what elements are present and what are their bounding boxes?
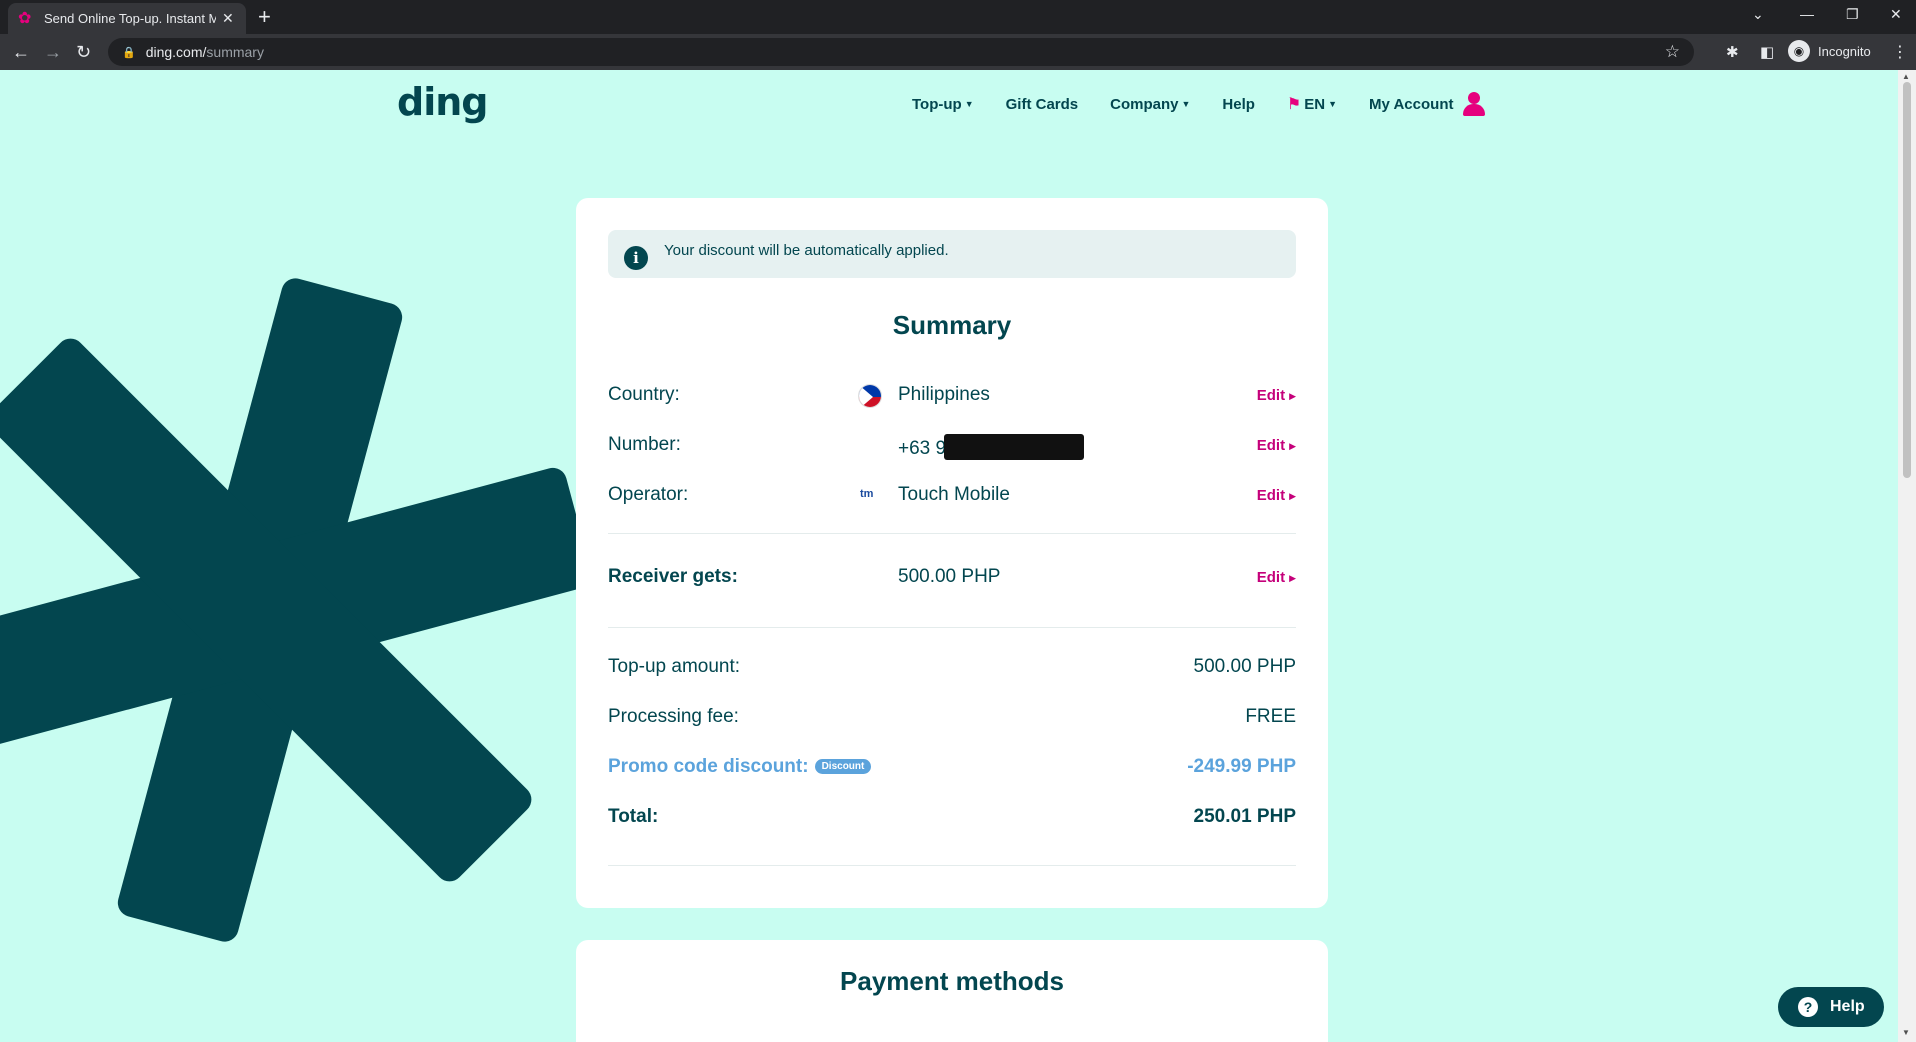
nav-gift-cards-label: Gift Cards: [1005, 95, 1079, 113]
summary-card: i Your discount will be automatically ap…: [576, 198, 1328, 908]
reload-icon[interactable]: ↻: [76, 42, 91, 62]
discount-notice: i Your discount will be automatically ap…: [608, 230, 1296, 278]
country-row: Country: Philippines Edit ▶: [608, 380, 1296, 410]
browser-toolbar: ← → ↻ 🔒 ding.com/summary ☆ ✱ ◧ ◉ Incogni…: [0, 34, 1916, 70]
browser-tab-bar: ✿ Send Online Top-up. Instant Mobile ✕ +…: [0, 0, 1916, 34]
caret-down-icon: ▼: [1181, 99, 1191, 109]
side-panel-icon[interactable]: ◧: [1760, 43, 1774, 61]
receiver-row: Receiver gets: 500.00 PHP Edit ▶: [608, 562, 1296, 592]
incognito-label: Incognito: [1818, 43, 1871, 59]
total-label: Total:: [608, 806, 659, 827]
total-row: Total: 250.01 PHP: [608, 802, 1296, 832]
incognito-indicator[interactable]: ◉ Incognito: [1788, 40, 1871, 62]
caret-down-icon: ▼: [1328, 99, 1338, 109]
topup-amount-label: Top-up amount:: [608, 656, 741, 677]
summary-title: Summary: [892, 310, 1012, 340]
ding-flower-icon: ✿: [18, 9, 32, 27]
my-account-link[interactable]: My Account: [1369, 92, 1486, 116]
receiver-value: 500.00 PHP: [898, 566, 1001, 587]
scroll-up-icon[interactable]: ▲: [1902, 72, 1910, 81]
browser-menu-icon[interactable]: ⋮: [1892, 42, 1908, 62]
minimize-icon[interactable]: —: [1800, 6, 1814, 22]
discount-notice-text: Your discount will be automatically appl…: [664, 241, 949, 259]
browser-tab[interactable]: ✿ Send Online Top-up. Instant Mobile ✕: [8, 3, 246, 34]
nav-company-label: Company: [1110, 95, 1179, 113]
flag-icon: ⚑: [1286, 96, 1302, 113]
payment-methods-card: Payment methods: [576, 940, 1328, 1042]
promo-discount-value: -249.99 PHP: [1187, 756, 1296, 777]
payment-methods-title: Payment methods: [840, 966, 1064, 996]
nav-gift-cards[interactable]: Gift Cards: [1006, 96, 1079, 113]
language-selector[interactable]: ⚑ EN ▼: [1287, 94, 1337, 114]
ding-logo[interactable]: ding: [397, 80, 488, 124]
back-icon[interactable]: ←: [12, 42, 30, 62]
promo-discount-row: Promo code discount: Discount -249.99 PHP: [608, 752, 1296, 782]
nav-help[interactable]: Help: [1222, 96, 1255, 113]
page-content: ding Top-up ▼ Gift Cards Company ▼ Help ⚑ E…: [0, 70, 1898, 1042]
receiver-label: Receiver gets:: [608, 566, 738, 587]
discount-badge: Discount: [814, 759, 872, 774]
divider: [608, 627, 1296, 628]
new-tab-icon[interactable]: +: [258, 5, 271, 29]
page-scrollbar[interactable]: ▲ ▼: [1898, 70, 1916, 1042]
question-icon: ?: [1798, 997, 1818, 1017]
main-nav: Top-up ▼ Gift Cards Company ▼ Help ⚑ EN ▼ My…: [912, 92, 1486, 116]
number-label: Number:: [608, 434, 681, 455]
total-value: 250.01 PHP: [1193, 806, 1296, 827]
close-window-icon[interactable]: ✕: [1890, 6, 1902, 23]
help-button[interactable]: ? Help: [1778, 987, 1884, 1027]
nav-help-label: Help: [1222, 95, 1255, 113]
forward-icon[interactable]: →: [44, 42, 62, 62]
edit-operator-link[interactable]: Edit ▶: [1257, 487, 1296, 504]
my-account-label: My Account: [1369, 95, 1454, 113]
restore-icon[interactable]: ❐: [1846, 6, 1859, 23]
topup-amount-value: 500.00 PHP: [1193, 656, 1296, 677]
edit-country-link[interactable]: Edit ▶: [1257, 387, 1296, 404]
bookmark-star-icon[interactable]: ☆: [1665, 42, 1680, 62]
caret-down-icon: ▼: [964, 99, 974, 109]
processing-fee-row: Processing fee: FREE: [608, 702, 1296, 732]
incognito-icon: ◉: [1788, 40, 1810, 62]
processing-fee-label: Processing fee:: [608, 706, 739, 727]
scroll-down-icon[interactable]: ▼: [1902, 1028, 1910, 1037]
number-row: Number: +63 9 Edit ▶: [608, 430, 1296, 460]
nav-topup[interactable]: Top-up ▼: [912, 96, 974, 113]
edit-amount-link[interactable]: Edit ▶: [1257, 569, 1296, 586]
operator-value: Touch Mobile: [898, 484, 1010, 505]
operator-row: Operator: tm Touch Mobile Edit ▶: [608, 480, 1296, 510]
scrollbar-thumb[interactable]: [1903, 82, 1911, 478]
tab-title: Send Online Top-up. Instant Mobile: [44, 11, 216, 26]
country-value: Philippines: [898, 384, 990, 405]
operator-label: Operator:: [608, 484, 689, 505]
user-icon: [1463, 92, 1486, 116]
processing-fee-value: FREE: [1245, 706, 1296, 727]
edit-number-link[interactable]: Edit ▶: [1257, 437, 1296, 454]
promo-discount-label: Promo code discount: Discount: [608, 756, 872, 778]
help-button-label: Help: [1830, 998, 1865, 1015]
nav-topup-label: Top-up: [912, 95, 962, 113]
nav-company[interactable]: Company ▼: [1110, 96, 1190, 113]
asterisk-decoration: [0, 278, 580, 942]
url-text: ding.com/summary: [145, 44, 264, 60]
tab-search-icon[interactable]: ⌄: [1752, 6, 1764, 23]
topup-amount-row: Top-up amount: 500.00 PHP: [608, 652, 1296, 682]
tab-close-icon[interactable]: ✕: [222, 10, 234, 27]
divider: [608, 865, 1296, 866]
country-label: Country:: [608, 384, 680, 405]
info-icon: i: [624, 246, 648, 270]
redaction-mark: [944, 434, 1085, 460]
philippines-flag-icon: [858, 384, 882, 408]
lock-icon[interactable]: 🔒: [122, 46, 136, 59]
number-value: +63 9: [898, 434, 1085, 460]
address-bar[interactable]: 🔒 ding.com/summary ☆: [108, 38, 1694, 66]
language-label: EN: [1304, 95, 1326, 113]
divider: [608, 533, 1296, 534]
operator-logo-icon: tm: [860, 488, 874, 500]
extensions-icon[interactable]: ✱: [1726, 43, 1739, 61]
